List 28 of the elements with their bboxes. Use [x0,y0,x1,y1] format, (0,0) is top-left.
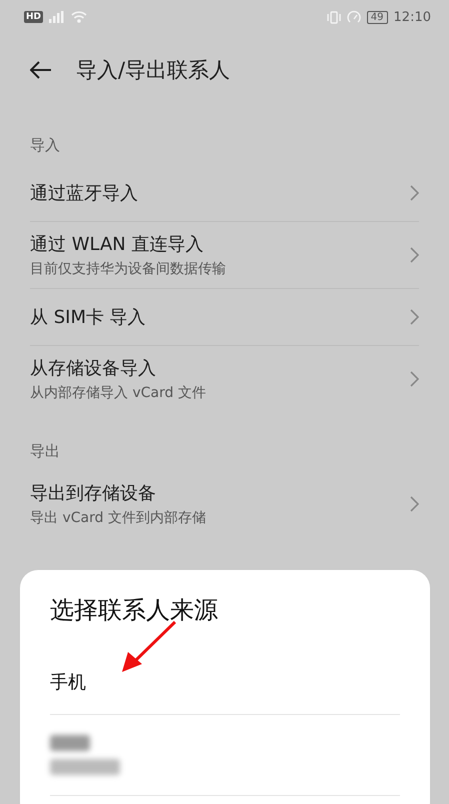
annotation-arrow [120,620,178,674]
chevron-right-icon [410,247,419,263]
chevron-right-icon [410,309,419,325]
hd-icon: HD [24,11,44,23]
menu-item-title[interactable]: 通过 WLAN 直连导入 [30,232,410,256]
blurred-option[interactable] [50,735,120,775]
clock-time: 12:10 [394,10,431,24]
menu-item-subtitle: 目前仅支持华为设备间数据传输 [30,260,227,278]
chevron-right-icon [410,185,419,201]
menu-item-subtitle: 从内部存储导入 vCard 文件 [30,384,207,402]
signal-icon [49,11,66,23]
menu-item-subtitle: 导出 vCard 文件到内部存储 [30,509,207,527]
source-option[interactable]: 手机 [50,670,86,694]
dialog-title: 选择联系人来源 [50,595,219,626]
page-title: 导入/导出联系人 [76,57,230,84]
section-header: 导入 [29,135,61,156]
speedometer-icon [346,10,361,24]
section-header: 导出 [29,441,61,462]
wifi-icon [71,11,88,23]
menu-item-title[interactable]: 从 SIM卡 导入 [30,305,410,329]
back-arrow-icon[interactable] [30,61,52,79]
battery-icon: 49 [366,10,388,24]
vibrate-icon [326,10,341,24]
menu-item-title[interactable]: 导出到存储设备 [30,481,410,505]
menu-item-title[interactable]: 通过蓝牙导入 [30,181,410,205]
chevron-right-icon [410,371,419,387]
chevron-right-icon [410,496,419,512]
menu-item-title[interactable]: 从存储设备导入 [30,356,410,380]
